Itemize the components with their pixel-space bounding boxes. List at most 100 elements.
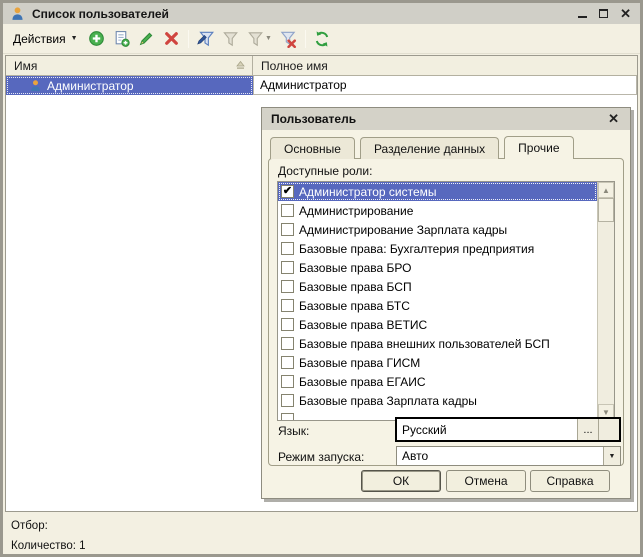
- role-list-item[interactable]: ✔ Администрирование Зарплата кадры: [278, 220, 597, 239]
- dialog-close-icon[interactable]: ✕: [606, 111, 621, 127]
- language-value[interactable]: Русский: [397, 419, 577, 440]
- check-icon: ✔: [283, 186, 292, 197]
- actions-menu-label: Действия: [13, 32, 66, 46]
- user-list-window: Список пользователей ✕ Действия ▼: [0, 0, 643, 557]
- user-icon: [10, 6, 25, 21]
- tab-page-other: Доступные роли: ✔ Администратор системы …: [268, 158, 624, 466]
- role-label: Базовые права БСП: [299, 280, 412, 294]
- maximize-icon[interactable]: [599, 9, 608, 18]
- role-checkbox[interactable]: ✔: [281, 375, 294, 388]
- dialog-tabs: Основные Разделение данных Прочие: [270, 137, 574, 159]
- role-list-item[interactable]: ✔ Базовые права ВЕТИС: [278, 315, 597, 334]
- user-icon: [29, 79, 42, 92]
- role-checkbox[interactable]: ✔: [281, 242, 294, 255]
- filter-history-button[interactable]: ▼: [244, 27, 275, 50]
- role-checkbox[interactable]: ✔: [281, 413, 294, 420]
- role-label: Базовые права внешних пользователей БСП: [299, 337, 550, 351]
- delete-x-icon: [163, 30, 180, 47]
- minimize-icon[interactable]: [578, 9, 587, 18]
- combo-dropdown-icon[interactable]: ▼: [603, 447, 620, 465]
- role-checkbox[interactable]: ✔: [281, 204, 294, 217]
- window-titlebar[interactable]: Список пользователей ✕: [3, 3, 640, 24]
- role-checkbox[interactable]: ✔: [281, 337, 294, 350]
- language-clear-icon[interactable]: [598, 419, 619, 440]
- role-list-item[interactable]: ✔ Базовые права внешних пользователей БС…: [278, 334, 597, 353]
- column-header-name[interactable]: Имя: [6, 56, 253, 75]
- role-checkbox[interactable]: ✔: [281, 299, 294, 312]
- tab-label: Основные: [284, 142, 341, 156]
- role-checkbox[interactable]: ✔: [281, 223, 294, 236]
- refresh-icon: [313, 30, 331, 48]
- language-field[interactable]: Русский ...: [395, 417, 621, 442]
- chevron-down-icon: ▼: [71, 35, 78, 42]
- role-checkbox[interactable]: ✔: [281, 318, 294, 331]
- chevron-down-icon: ▼: [265, 35, 272, 42]
- role-checkbox[interactable]: ✔: [281, 394, 294, 407]
- toolbar: Действия ▼ ▼: [3, 24, 640, 54]
- roles-label: Доступные роли:: [278, 164, 372, 178]
- cell-name[interactable]: Администратор: [6, 76, 253, 95]
- role-list-item[interactable]: ✔ Базовые права Зарплата кадры: [278, 391, 597, 410]
- table-header: Имя Полное имя: [6, 56, 637, 76]
- help-button[interactable]: Справка: [530, 470, 610, 492]
- roles-scrollbar[interactable]: ▲ ▼: [597, 182, 614, 420]
- filter-settings-button[interactable]: [194, 27, 217, 50]
- role-label: Базовые права ВЕТИС: [299, 318, 427, 332]
- toolbar-separator: [188, 30, 189, 48]
- tab-other[interactable]: Прочие: [504, 136, 573, 159]
- dialog-buttons: ОК Отмена Справка: [262, 470, 630, 492]
- role-label: Администратор системы: [299, 185, 437, 199]
- role-label: Базовые права БТС: [299, 299, 410, 313]
- scrollbar-thumb[interactable]: [598, 198, 614, 222]
- tab-label: Разделение данных: [374, 142, 485, 156]
- column-header-fullname[interactable]: Полное имя: [253, 56, 637, 75]
- language-select-button[interactable]: ...: [577, 419, 598, 440]
- user-dialog: Пользователь ✕ Основные Разделение данны…: [261, 107, 631, 499]
- column-label: Имя: [14, 59, 37, 73]
- role-list-item[interactable]: ✔ Базовые права ЕГАИС: [278, 372, 597, 391]
- dialog-titlebar[interactable]: Пользователь ✕: [262, 108, 630, 130]
- tab-data-separation[interactable]: Разделение данных: [360, 137, 499, 159]
- launch-mode-combo[interactable]: Авто ▼: [396, 446, 621, 466]
- role-checkbox[interactable]: ✔: [281, 261, 294, 274]
- filter-settings-icon: [196, 30, 214, 48]
- cancel-button[interactable]: Отмена: [446, 470, 526, 492]
- ok-button[interactable]: ОК: [361, 470, 441, 492]
- launch-mode-value: Авто: [397, 447, 603, 465]
- filter-by-value-button[interactable]: [219, 27, 242, 50]
- role-list-item[interactable]: ✔ Администрирование: [278, 201, 597, 220]
- clear-filter-icon: [279, 30, 297, 48]
- role-checkbox[interactable]: ✔: [281, 280, 294, 293]
- role-list-item[interactable]: ✔ Базовые права БСП: [278, 277, 597, 296]
- table-row[interactable]: Администратор Администратор: [6, 76, 637, 95]
- toolbar-separator: [305, 30, 306, 48]
- scroll-up-icon[interactable]: ▲: [598, 182, 614, 198]
- role-label: Базовые права БРО: [299, 261, 412, 275]
- role-label: Базовые права Зарплата кадры: [299, 394, 477, 408]
- role-label: Администрирование Зарплата кадры: [299, 223, 507, 237]
- role-list-item[interactable]: ✔ Базовые права ГИСМ: [278, 353, 597, 372]
- status-count: Количество: 1: [11, 536, 632, 556]
- edit-button[interactable]: [135, 27, 158, 50]
- close-icon[interactable]: ✕: [620, 7, 631, 20]
- refresh-button[interactable]: [311, 27, 334, 50]
- add-copy-button[interactable]: [110, 27, 133, 50]
- role-checkbox[interactable]: ✔: [281, 356, 294, 369]
- actions-menu-button[interactable]: Действия ▼: [8, 29, 83, 49]
- role-checkbox[interactable]: ✔: [281, 185, 294, 198]
- add-icon: [88, 30, 105, 47]
- window-controls: ✕: [578, 7, 633, 20]
- delete-button[interactable]: [160, 27, 183, 50]
- role-list-item[interactable]: ✔ Базовые права БТС: [278, 296, 597, 315]
- clear-filter-button[interactable]: [277, 27, 300, 50]
- role-list-item[interactable]: ✔ Базовые права БРО: [278, 258, 597, 277]
- launch-mode-label: Режим запуска:: [278, 450, 364, 464]
- role-list-item[interactable]: ✔ Администратор системы: [278, 182, 597, 201]
- tab-label: Прочие: [518, 141, 559, 155]
- language-label: Язык:: [278, 424, 309, 438]
- tab-main[interactable]: Основные: [270, 137, 355, 159]
- cell-fullname[interactable]: Администратор: [253, 76, 637, 95]
- filter-history-icon: [246, 30, 264, 48]
- add-button[interactable]: [85, 27, 108, 50]
- role-list-item[interactable]: ✔ Базовые права: Бухгалтерия предприятия: [278, 239, 597, 258]
